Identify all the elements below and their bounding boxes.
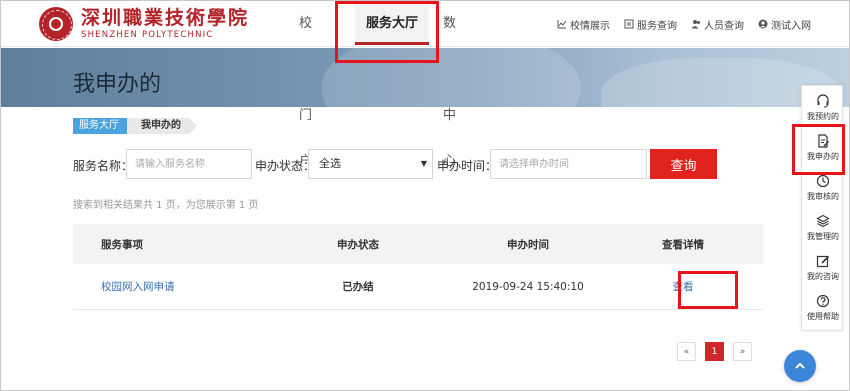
next-page-button[interactable]: » [733, 342, 752, 361]
service-name-input[interactable] [126, 149, 252, 179]
results-table: 服务事项 申办状态 申办时间 查看详情 校园网入网申请 已办结 2019-09-… [73, 224, 763, 310]
status-select[interactable]: 全选 ▼ [308, 149, 433, 179]
school-logo[interactable]: 深圳職業技術學院 SHENZHEN POLYTECHNIC [39, 7, 249, 41]
col-header-status: 申办状态 [337, 238, 379, 251]
time-label: 申办时间： [437, 159, 498, 173]
back-to-top-button[interactable] [784, 350, 816, 382]
user-circle-icon [758, 19, 768, 29]
breadcrumb: 服务大厅 我申办的 [73, 118, 197, 134]
chevron-down-icon: ▼ [420, 159, 427, 168]
pagination: « 1 » [677, 342, 752, 361]
nav-campus-portal[interactable]: 校园门户 [285, 1, 326, 169]
prev-page-button[interactable]: « [677, 342, 696, 361]
page-1-button[interactable]: 1 [705, 342, 724, 361]
toplink-people-query[interactable]: 人员查询 [691, 17, 744, 32]
list-icon [624, 19, 634, 29]
search-button[interactable]: 查询 [650, 149, 717, 179]
toplink-label: 人员查询 [704, 20, 744, 32]
help-icon [816, 294, 830, 308]
school-name-cn: 深圳職業技術學院 [81, 6, 250, 29]
toplink-label: 服务查询 [637, 20, 677, 32]
school-name-en: SHENZHEN POLYTECHNIC [81, 29, 214, 40]
rail-label: 使用帮助 [807, 312, 839, 321]
toplink-label: 测试入网 [771, 20, 811, 32]
rail-help[interactable]: 使用帮助 [802, 288, 844, 328]
col-header-detail: 查看详情 [662, 238, 704, 251]
toplink-service-query[interactable]: 服务查询 [624, 17, 677, 32]
school-seal-icon [39, 7, 73, 41]
page-title: 我申办的 [73, 72, 162, 97]
breadcrumb-current: 我申办的 [127, 118, 197, 134]
rail-my-managed[interactable]: 我管理的 [802, 208, 844, 248]
users-icon [691, 20, 700, 29]
pencil-square-icon [816, 255, 830, 268]
annotation-highlight-view [678, 271, 738, 309]
chart-icon [557, 20, 567, 29]
page-frame: 深圳職業技術學院 SHENZHEN POLYTECHNIC 校园门户 服务大厅 … [0, 0, 850, 391]
service-name-label: 服务名称： [73, 159, 134, 173]
table-row: 校园网入网申请 已办结 2019-09-24 15:40:10 查看 [73, 264, 763, 310]
row-status: 已办结 [342, 281, 374, 293]
row-service-link[interactable]: 校园网入网申请 [73, 279, 263, 294]
rail-my-consultations[interactable]: 我的咨询 [802, 248, 844, 288]
col-header-time: 申办时间 [507, 238, 549, 251]
result-summary: 搜索到相关结果共 1 页，为您展示第 1 页 [73, 200, 259, 211]
top-links: 校情展示 服务查询 人员查询 测试入网 [557, 1, 811, 47]
rail-label: 我的咨询 [807, 272, 839, 281]
rail-my-appointments[interactable]: 我预约的 [802, 88, 844, 128]
toplink-test-network[interactable]: 测试入网 [758, 17, 811, 32]
side-rail: 我预约的 我申办的 我审核的 我管理的 我的咨询 使用帮助 [801, 85, 843, 331]
toplink-campus-stats[interactable]: 校情展示 [557, 17, 610, 32]
row-time: 2019-09-24 15:40:10 [472, 280, 584, 293]
breadcrumb-service-hall[interactable]: 服务大厅 [73, 118, 135, 134]
status-select-value: 全选 [319, 157, 341, 170]
rail-label: 我管理的 [807, 232, 839, 241]
headset-icon [817, 94, 829, 108]
annotation-highlight-rail [792, 124, 845, 175]
layers-icon [816, 214, 830, 228]
time-input[interactable] [490, 149, 647, 179]
toplink-label: 校情展示 [570, 20, 610, 32]
rail-label: 我审核的 [807, 192, 839, 201]
clock-icon [816, 174, 830, 188]
col-header-service: 服务事项 [101, 238, 143, 251]
annotation-highlight-nav [335, 1, 439, 63]
status-label: 申办状态： [255, 159, 316, 173]
rail-label: 我预约的 [807, 112, 839, 121]
table-header: 服务事项 申办状态 申办时间 查看详情 [73, 224, 763, 264]
chevron-up-icon [795, 362, 805, 369]
